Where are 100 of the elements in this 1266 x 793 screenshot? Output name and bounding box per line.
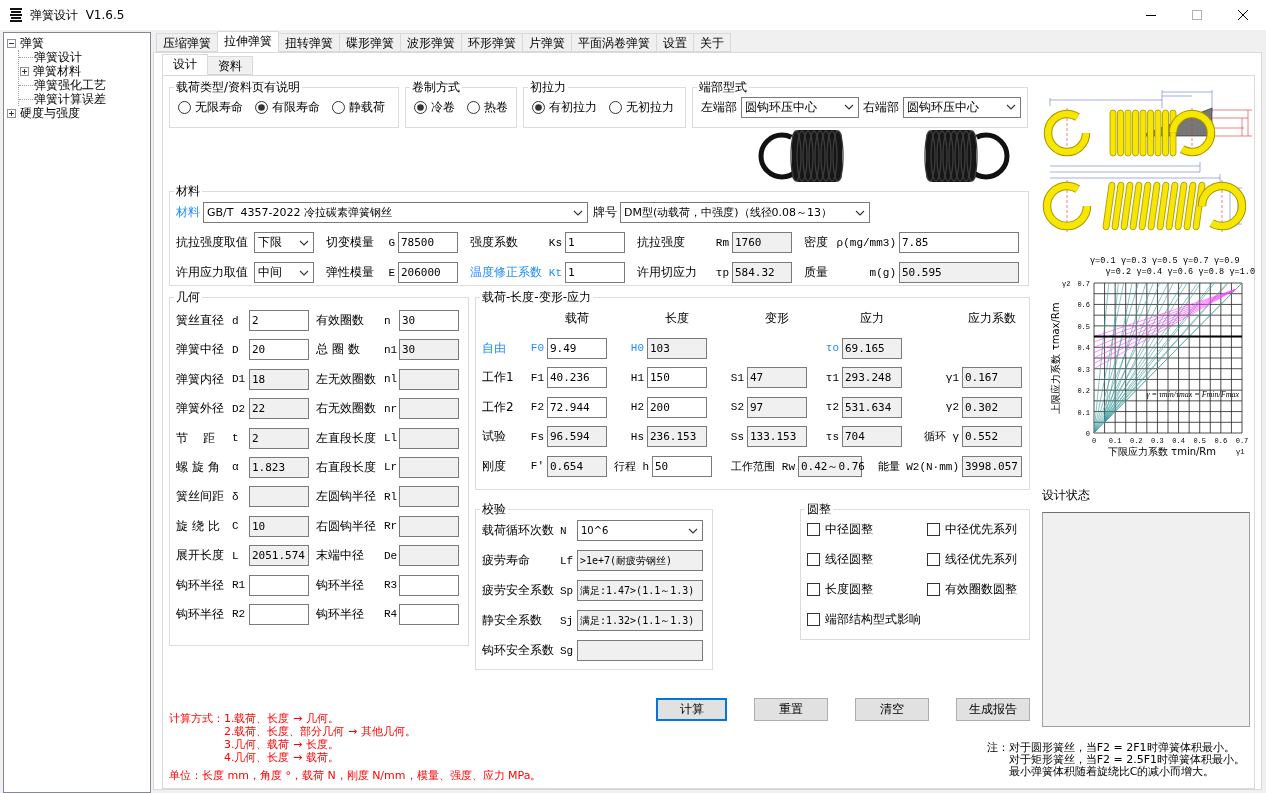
variable-symbol: De	[384, 549, 399, 562]
text-field[interactable]: 2	[249, 310, 309, 331]
text-field[interactable]: 9.49	[547, 337, 607, 359]
group-title: 圆整	[806, 502, 832, 516]
text-field[interactable]: 72.944	[547, 396, 607, 418]
checkbox[interactable]	[927, 523, 940, 536]
field-label: 左无效圈数	[316, 370, 377, 388]
tab[interactable]: 扭转弹簧	[278, 33, 340, 52]
field-label: 左直段长度	[316, 429, 377, 447]
text-field[interactable]: 200	[647, 396, 707, 418]
tree-item[interactable]: 弹簧设计	[33, 50, 83, 64]
group-title: 几何	[175, 290, 201, 304]
tab[interactable]: 碟形弹簧	[339, 33, 401, 52]
field-label: 静安全系数	[482, 612, 543, 629]
variable-symbol: γ2	[944, 401, 960, 413]
dropdown[interactable]: 中间	[254, 262, 314, 283]
text-field[interactable]: 50	[652, 455, 712, 477]
tab[interactable]: 平面涡卷弹簧	[571, 33, 657, 52]
text-field[interactable]: 7.85	[899, 232, 1019, 253]
variable-symbol: F1	[529, 371, 545, 384]
text-field[interactable]	[399, 574, 459, 596]
text-field[interactable]: 30	[399, 310, 459, 331]
dropdown[interactable]: 下限	[254, 232, 314, 253]
checkbox[interactable]	[927, 553, 940, 566]
readonly-field: >1e+7(耐疲劳钢丝)	[577, 550, 703, 571]
variable-symbol: S1	[729, 371, 745, 384]
field-label: 右端部	[863, 98, 899, 116]
readonly-field	[399, 368, 459, 390]
radio-button[interactable]	[255, 100, 268, 114]
field-label: 弹性模量	[326, 264, 375, 281]
text-field[interactable]	[399, 603, 459, 625]
radio-button[interactable]	[609, 100, 622, 114]
collapse-icon[interactable]	[7, 38, 16, 48]
checkbox-label: 长度圆整	[825, 581, 873, 598]
readonly-field: 293.248	[842, 367, 902, 388]
checkbox[interactable]	[807, 613, 820, 626]
checkbox[interactable]	[807, 523, 820, 536]
tab[interactable]: 片弹簧	[522, 33, 572, 52]
note-label: 计算方式：	[169, 712, 224, 727]
dropdown[interactable]: GB/T 4357-2022 冷拉碳素弹簧钢丝	[203, 202, 588, 223]
variable-symbol: D2	[232, 402, 247, 415]
dropdown[interactable]: 10^6	[577, 520, 703, 541]
readonly-field	[399, 398, 459, 420]
readonly-field: 0.42～0.76	[798, 455, 862, 477]
tree-item[interactable]: 弹簧计算误差	[33, 92, 107, 106]
chevron-down-icon	[1006, 104, 1016, 110]
radio-button[interactable]	[332, 100, 345, 114]
readonly-field: 47	[747, 367, 807, 388]
group-title: 载荷类型/资料页有说明	[175, 80, 302, 94]
readonly-field: 满足:1.32>(1.1～1.3)	[577, 610, 703, 631]
gamma-label: γ=0.3	[1121, 256, 1147, 266]
action-button[interactable]: 清空	[855, 698, 929, 721]
action-button[interactable]: 生成报告	[956, 698, 1030, 721]
text-field[interactable]	[249, 574, 309, 596]
radio-button[interactable]	[467, 100, 480, 114]
readonly-field	[399, 486, 459, 508]
dropdown[interactable]: 圆钩环压中心	[903, 96, 1021, 118]
text-field[interactable]: 40.236	[547, 367, 607, 388]
tree-item[interactable]: 弹簧材料	[32, 64, 82, 78]
action-button[interactable]: 重置	[754, 698, 828, 721]
text-field[interactable]: 1	[565, 232, 625, 253]
text-field[interactable]: 150	[647, 367, 707, 388]
tab[interactable]: 拉伸弹簧	[217, 31, 279, 52]
readonly-field: 3998.057	[962, 455, 1022, 477]
note-line: 最小弹簧体积随着旋绕比C的减小而增大。	[1008, 766, 1216, 778]
field-label: 钩环半径	[176, 605, 225, 623]
tab[interactable]: 设置	[656, 33, 694, 52]
tab[interactable]: 压缩弹簧	[156, 33, 218, 52]
tab[interactable]: 关于	[693, 33, 731, 52]
text-field[interactable]: 78500	[398, 232, 458, 253]
text-field[interactable]: 20	[249, 339, 309, 361]
checkbox[interactable]	[807, 553, 820, 566]
radio-button[interactable]	[532, 100, 545, 114]
chevron-down-icon	[844, 104, 854, 110]
gamma-label: γ=1.0	[1229, 267, 1255, 277]
axis-label: 下限应力系数 τmin/Rm	[1107, 446, 1217, 457]
text-field[interactable]	[249, 603, 309, 625]
readonly-field: 97	[747, 396, 807, 418]
dropdown[interactable]: 圆钩环压中心	[741, 96, 859, 118]
radio-button[interactable]	[178, 100, 191, 114]
tab[interactable]: 环形弹簧	[461, 33, 523, 52]
tab[interactable]: 波形弹簧	[400, 33, 462, 52]
dropdown[interactable]: DM型(动载荷，中强度)（线径0.08～13）	[620, 202, 870, 223]
readonly-field: 0.654	[547, 455, 607, 477]
radio-button[interactable]	[414, 100, 427, 114]
tree-item[interactable]: 弹簧	[19, 36, 45, 50]
expand-icon[interactable]	[20, 66, 29, 76]
text-field[interactable]: 206000	[398, 262, 458, 283]
variable-symbol: D1	[232, 373, 247, 386]
tree-item[interactable]: 硬度与强度	[19, 106, 81, 120]
expand-icon[interactable]	[7, 108, 16, 118]
tab[interactable]: 设计	[162, 54, 208, 75]
close-icon	[1238, 10, 1248, 20]
tab[interactable]: 资料	[207, 56, 253, 75]
text-field[interactable]: 1	[565, 262, 625, 283]
action-button[interactable]: 计算	[656, 698, 727, 721]
tree-item[interactable]: 弹簧强化工艺	[33, 78, 107, 92]
gamma-label: γ=0.5	[1152, 256, 1178, 266]
checkbox[interactable]	[807, 583, 820, 596]
checkbox[interactable]	[927, 583, 940, 596]
